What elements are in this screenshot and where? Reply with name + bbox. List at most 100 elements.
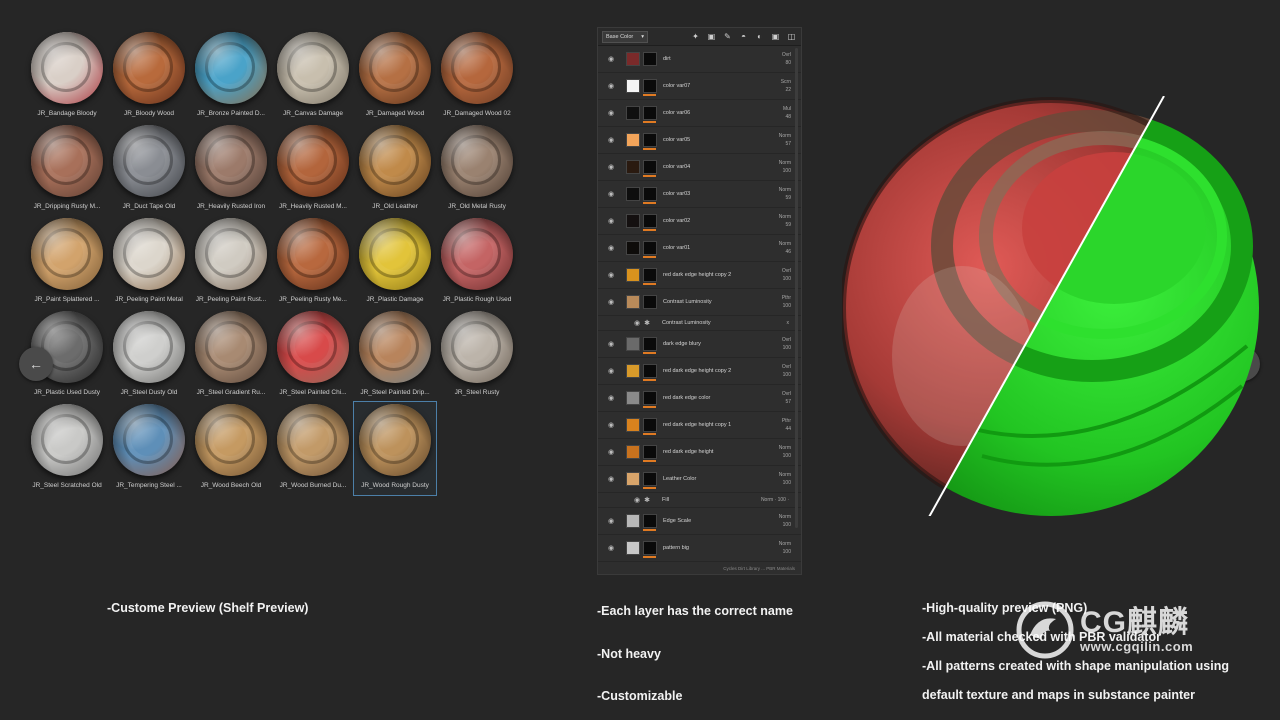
eye-icon[interactable]: ◉ [632,319,642,327]
material-thumbnail[interactable]: JR_Bandage Bloody [26,30,108,123]
material-thumbnail[interactable]: JR_Wood Rough Dusty [353,401,437,496]
material-thumbnail[interactable]: JR_Paint Splattered ... [26,216,108,309]
eye-icon[interactable]: ◉ [606,190,616,198]
material-thumbnail[interactable]: JR_Plastic Rough Used [436,216,518,309]
material-sphere-preview [277,125,349,197]
layer-row[interactable]: ◉ Leather Color Norm 100 [598,466,801,493]
eye-icon[interactable]: ◉ [606,448,616,456]
eye-icon[interactable]: ◉ [606,340,616,348]
layer-opacity: 44 [785,426,791,432]
material-thumbnail[interactable]: JR_Wood Burned Du... [272,402,354,495]
layer-row[interactable]: ◉ color var05 Norm 57 [598,127,801,154]
layer-row[interactable]: ◉ Contrast Luminosity Pthr 100 [598,289,801,316]
eye-icon[interactable]: ◉ [606,394,616,402]
material-thumbnail[interactable]: JR_Heavily Rusted M... [272,123,354,216]
material-thumbnail[interactable]: JR_Wood Beech Old [190,402,272,495]
material-thumbnail[interactable]: JR_Duct Tape Old [108,123,190,216]
layer-name: red dark edge color [663,395,711,401]
layer-sub-row[interactable]: ◉ ✱ Fill Norm · 100 · [598,493,801,508]
eye-icon[interactable]: ◉ [606,475,616,483]
add-mask-icon[interactable]: ▣ [706,31,717,42]
material-label: JR_Damaged Wood [365,110,425,117]
layer-row[interactable]: ◉ red dark edge height copy 2 Ovrl 100 [598,358,801,385]
material-thumbnail[interactable]: JR_Old Metal Rusty [436,123,518,216]
layer-row[interactable]: ◉ Edge Scale Norm 100 [598,508,801,535]
layer-row[interactable]: ◉ color var03 Norm 59 [598,181,801,208]
material-label: JR_Bandage Bloody [37,110,97,117]
layer-blend-mode: Ovrl [781,337,791,343]
layer-row[interactable]: ◉ color var01 Norm 46 [598,235,801,262]
material-thumbnail[interactable]: JR_Dripping Rusty M... [26,123,108,216]
layer-row[interactable]: ◉ red dark edge height copy 1 Pthr 44 [598,412,801,439]
layer-row[interactable]: ◉ dark edge blury Ovrl 100 [598,331,801,358]
material-thumbnail[interactable]: JR_Steel Gradient Ru... [190,309,272,402]
layer-row[interactable]: ◉ color var02 Norm 59 [598,208,801,235]
folder-icon[interactable]: ▣ [770,31,781,42]
layer-active-indicator [643,283,656,285]
eye-icon[interactable]: ◉ [606,109,616,117]
eye-icon[interactable]: ◉ [606,136,616,144]
material-thumbnail[interactable]: JR_Steel Painted Drip... [354,309,436,402]
material-thumbnail[interactable]: JR_Tempering Steel ... [108,402,190,495]
layer-blend-mode: Ovrl [781,391,791,397]
layer-name: color var07 [663,83,691,89]
material-thumbnail[interactable]: JR_Damaged Wood 02 [436,30,518,123]
channel-dropdown[interactable]: Base Color ▾ [602,30,648,43]
layer-row[interactable]: ◉ red dark edge height copy 2 Ovrl 100 [598,262,801,289]
layer-row[interactable]: ◉ red dark edge color Ovrl 57 [598,385,801,412]
eye-icon[interactable]: ◉ [606,55,616,63]
material-thumbnail[interactable]: JR_Damaged Wood [354,30,436,123]
eye-icon[interactable]: ◉ [606,298,616,306]
material-thumbnail[interactable]: JR_Plastic Damage [354,216,436,309]
material-thumbnail[interactable]: JR_Old Leather [354,123,436,216]
material-thumbnail[interactable]: JR_Peeling Paint Rust... [190,216,272,309]
material-thumbnail[interactable]: JR_Peeling Paint Metal [108,216,190,309]
arrow-left-icon: ← [29,356,43,372]
layer-active-indicator [643,352,656,354]
layer-blend-opacity[interactable]: Norm 100 [773,540,801,556]
layer-row[interactable]: ◉ dirt Ovrl 80 [598,46,801,73]
material-label: JR_Damaged Wood 02 [443,110,511,117]
material-thumbnail[interactable]: JR_Steel Painted Chi... [272,309,354,402]
previous-arrow-button[interactable]: ← [19,347,53,381]
material-thumbnail[interactable]: JR_Bloody Wood [108,30,190,123]
layer-list-scrollbar[interactable] [795,48,798,528]
layer-row[interactable]: ◉ red dark edge height Norm 100 [598,439,801,466]
eye-icon[interactable]: ◉ [606,544,616,552]
paint-brush-icon[interactable]: ✎ [722,31,733,42]
material-label: JR_Paint Splattered ... [34,296,100,303]
material-label: JR_Wood Burned Du... [279,482,347,489]
layer-name: pattern big [663,545,689,551]
material-thumbnail[interactable]: JR_Steel Dusty Old [108,309,190,402]
material-label: JR_Bloody Wood [123,110,175,117]
layer-thumbnail [626,106,640,120]
eye-icon[interactable]: ◉ [606,244,616,252]
material-thumbnail[interactable]: JR_Steel Scratched Old [26,402,108,495]
layer-opacity: 100 [782,522,791,528]
layer-sub-row[interactable]: ◉ ✱ Contrast Luminosity x [598,316,801,331]
smart-material-icon[interactable]: ◐ [754,31,765,42]
eye-icon[interactable]: ◉ [606,163,616,171]
material-sphere-preview [113,218,185,290]
add-effect-icon[interactable]: ✦ [690,31,701,42]
material-thumbnail[interactable]: JR_Heavily Rusted Iron [190,123,272,216]
fill-bucket-icon[interactable]: ◓ [738,31,749,42]
eye-icon[interactable]: ◉ [606,82,616,90]
trash-icon[interactable]: ◫ [786,31,797,42]
layer-name: Leather Color [663,476,697,482]
eye-icon[interactable]: ◉ [606,517,616,525]
layer-blend-mode: Norm [778,160,791,166]
layer-row[interactable]: ◉ color var04 Norm 100 [598,154,801,181]
layer-row[interactable]: ◉ pattern big Norm 100 [598,535,801,562]
eye-icon[interactable]: ◉ [606,421,616,429]
eye-icon[interactable]: ◉ [632,496,642,504]
material-thumbnail[interactable]: JR_Peeling Rusty Me... [272,216,354,309]
eye-icon[interactable]: ◉ [606,271,616,279]
eye-icon[interactable]: ◉ [606,217,616,225]
material-thumbnail[interactable]: JR_Canvas Damage [272,30,354,123]
material-thumbnail[interactable]: JR_Steel Rusty [436,309,518,402]
layer-row[interactable]: ◉ color var06 Mul 48 [598,100,801,127]
layer-row[interactable]: ◉ color var07 Scrn 22 [598,73,801,100]
eye-icon[interactable]: ◉ [606,367,616,375]
material-thumbnail[interactable]: JR_Bronze Painted D... [190,30,272,123]
